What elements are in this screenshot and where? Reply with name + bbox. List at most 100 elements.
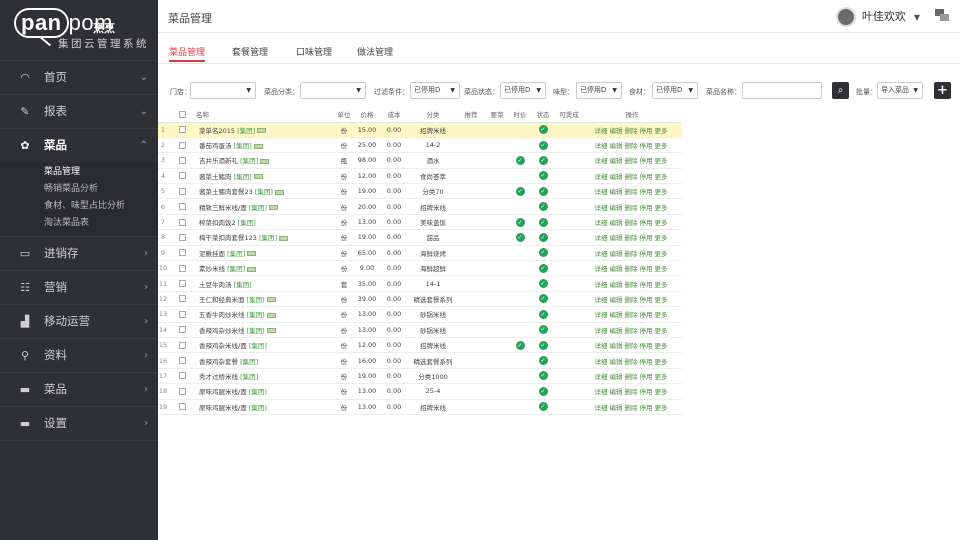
action-link-0[interactable]: 详细 <box>595 157 608 165</box>
sidebar-item-5[interactable]: ▟ 移动运营 › <box>0 305 158 338</box>
dish-name[interactable]: 番茄鸡蛋汤 <box>199 142 232 150</box>
action-link-4[interactable]: 更多 <box>655 342 668 350</box>
action-link-1[interactable]: 编辑 <box>610 188 623 196</box>
sidebar-item-3[interactable]: ▭ 进销存 › <box>0 237 158 270</box>
dish-name[interactable]: 梅干菜扣肉套餐123 <box>199 234 257 242</box>
action-link-3[interactable]: 停用 <box>640 327 653 335</box>
action-link-0[interactable]: 详细 <box>595 373 608 381</box>
select-all-checkbox[interactable] <box>178 110 186 118</box>
row-checkbox[interactable] <box>178 156 186 164</box>
action-link-0[interactable]: 详细 <box>595 204 608 212</box>
action-link-2[interactable]: 删除 <box>625 265 638 273</box>
action-link-3[interactable]: 停用 <box>640 296 653 304</box>
condition-select[interactable]: 已停用D ▼ <box>410 82 460 99</box>
action-link-0[interactable]: 详细 <box>595 281 608 289</box>
action-link-2[interactable]: 删除 <box>625 173 638 181</box>
action-link-0[interactable]: 详细 <box>595 311 608 319</box>
sidebar-item-6[interactable]: ⚲ 资料 › <box>0 339 158 372</box>
dish-name[interactable]: 香辣鸡杂米线/面 <box>199 342 247 350</box>
action-link-1[interactable]: 编辑 <box>610 265 623 273</box>
action-link-0[interactable]: 详细 <box>595 127 608 135</box>
table-row[interactable]: 4 酱菜土豬肉 [集团] 份 12.00 0.00 食尚荟萃 ✓ 详细 编辑 删除 停用 更多 <box>158 168 682 185</box>
submenu-item-2[interactable]: 食材、味型占比分析 <box>0 198 158 215</box>
action-link-1[interactable]: 编辑 <box>610 388 623 396</box>
action-link-4[interactable]: 更多 <box>655 250 668 258</box>
add-dish-button[interactable]: + <box>934 82 951 99</box>
action-link-4[interactable]: 更多 <box>655 265 668 273</box>
image-icon[interactable] <box>253 143 263 149</box>
action-link-1[interactable]: 编辑 <box>610 234 623 242</box>
action-link-3[interactable]: 停用 <box>640 373 653 381</box>
sidebar-item-4[interactable]: ☷ 营销 › <box>0 271 158 304</box>
action-link-4[interactable]: 更多 <box>655 173 668 181</box>
action-link-1[interactable]: 编辑 <box>610 281 623 289</box>
action-link-0[interactable]: 详细 <box>595 188 608 196</box>
image-icon[interactable] <box>268 205 278 211</box>
row-checkbox[interactable] <box>178 295 186 303</box>
action-link-2[interactable]: 删除 <box>625 388 638 396</box>
table-row[interactable]: 8 梅干菜扣肉套餐123 [集团] 份 19.00 0.00 甜品 ✓ ✓ 详细 编辑 删除 停用 更多 <box>158 229 682 246</box>
action-link-0[interactable]: 详细 <box>595 265 608 273</box>
action-link-4[interactable]: 更多 <box>655 327 668 335</box>
action-link-1[interactable]: 编辑 <box>610 204 623 212</box>
table-row[interactable]: 19 原味鸡腿米线/面 [集团] 份 13.00 0.00 招牌米线 ✓ 详细 编辑 删除 停用 更多 <box>158 399 682 415</box>
category-select[interactable]: ▼ <box>300 82 366 99</box>
row-checkbox[interactable] <box>178 187 186 195</box>
action-link-2[interactable]: 删除 <box>625 204 638 212</box>
action-link-1[interactable]: 编辑 <box>610 157 623 165</box>
action-link-2[interactable]: 删除 <box>625 342 638 350</box>
sidebar-item-0[interactable]: ◠ 首页 ⌄ <box>0 61 158 94</box>
image-icon[interactable] <box>279 235 289 241</box>
action-link-2[interactable]: 删除 <box>625 296 638 304</box>
action-link-2[interactable]: 删除 <box>625 327 638 335</box>
user-menu[interactable]: 叶佳欢欢 ▼ <box>835 6 920 28</box>
dish-name[interactable]: 土豆牛肉汤 <box>199 281 232 289</box>
action-link-2[interactable]: 删除 <box>625 250 638 258</box>
action-link-1[interactable]: 编辑 <box>610 342 623 350</box>
dish-name[interactable]: 原味鸡腿米线/面 <box>199 404 247 412</box>
action-link-2[interactable]: 删除 <box>625 373 638 381</box>
action-link-4[interactable]: 更多 <box>655 404 668 412</box>
table-row[interactable]: 13 五香牛肉炒米线 [集团] 份 13.00 0.00 砂锅米线 ✓ 详细 编辑 删除 停用 更多 <box>158 306 682 323</box>
action-link-1[interactable]: 编辑 <box>610 219 623 227</box>
action-link-3[interactable]: 停用 <box>640 388 653 396</box>
action-link-4[interactable]: 更多 <box>655 219 668 227</box>
action-link-0[interactable]: 详细 <box>595 296 608 304</box>
action-link-3[interactable]: 停用 <box>640 265 653 273</box>
dish-name[interactable]: 菜单名2015 <box>199 127 235 135</box>
action-link-4[interactable]: 更多 <box>655 311 668 319</box>
action-link-2[interactable]: 删除 <box>625 142 638 150</box>
image-icon[interactable] <box>274 189 284 195</box>
table-row[interactable]: 3 吉井乐酒新礼 [集团] 瓶 98.00 0.00 酒水 ✓ ✓ 详细 编辑 删除 停用 更多 <box>158 152 682 169</box>
action-link-4[interactable]: 更多 <box>655 296 668 304</box>
action-link-4[interactable]: 更多 <box>655 373 668 381</box>
action-link-3[interactable]: 停用 <box>640 142 653 150</box>
table-row[interactable]: 12 王仁和经典米面 [集团] 份 39.00 0.00 精选套餐系列 ✓ 详细 编辑 删除 停用更… <box>158 291 682 308</box>
table-row[interactable]: 6 精致三鲜米线/面 [集团] 份 20.00 0.00 招牌米线 ✓ 详细 编辑 删除 停用 更多 <box>158 198 682 215</box>
image-icon[interactable] <box>247 266 257 272</box>
row-checkbox[interactable] <box>178 326 186 334</box>
table-row[interactable]: 7 榨菜扣肉饭2 [集团] 份 13.00 0.00 美味盖饭 ✓ ✓ 详细 编辑 删除 停用 更多 <box>158 214 682 231</box>
action-link-0[interactable]: 详细 <box>595 142 608 150</box>
action-link-3[interactable]: 停用 <box>640 188 653 196</box>
row-checkbox[interactable] <box>178 310 186 318</box>
action-link-0[interactable]: 详细 <box>595 234 608 242</box>
action-link-0[interactable]: 详细 <box>595 327 608 335</box>
row-checkbox[interactable] <box>178 280 186 288</box>
submenu-item-3[interactable]: 淘汰菜品表 <box>0 215 158 232</box>
action-link-1[interactable]: 编辑 <box>610 142 623 150</box>
dish-name[interactable]: 原味鸡腿米线/面 <box>199 388 247 396</box>
row-checkbox[interactable] <box>178 357 186 365</box>
action-link-3[interactable]: 停用 <box>640 311 653 319</box>
action-link-2[interactable]: 删除 <box>625 281 638 289</box>
action-link-4[interactable]: 更多 <box>655 388 668 396</box>
dish-name[interactable]: 香辣鸡杂套餐 <box>199 358 238 366</box>
submenu-item-0[interactable]: 菜品管理 <box>0 164 158 181</box>
dish-name[interactable]: 香辣鸡杂炒米线 <box>199 327 245 335</box>
action-link-3[interactable]: 停用 <box>640 127 653 135</box>
row-checkbox[interactable] <box>178 372 186 380</box>
tab-set-meal-management[interactable]: 套餐管理 <box>232 45 268 58</box>
dish-name[interactable]: 酱菜土豬肉 <box>199 173 232 181</box>
submenu-item-1[interactable]: 畅销菜品分析 <box>0 181 158 198</box>
row-checkbox[interactable] <box>178 233 186 241</box>
